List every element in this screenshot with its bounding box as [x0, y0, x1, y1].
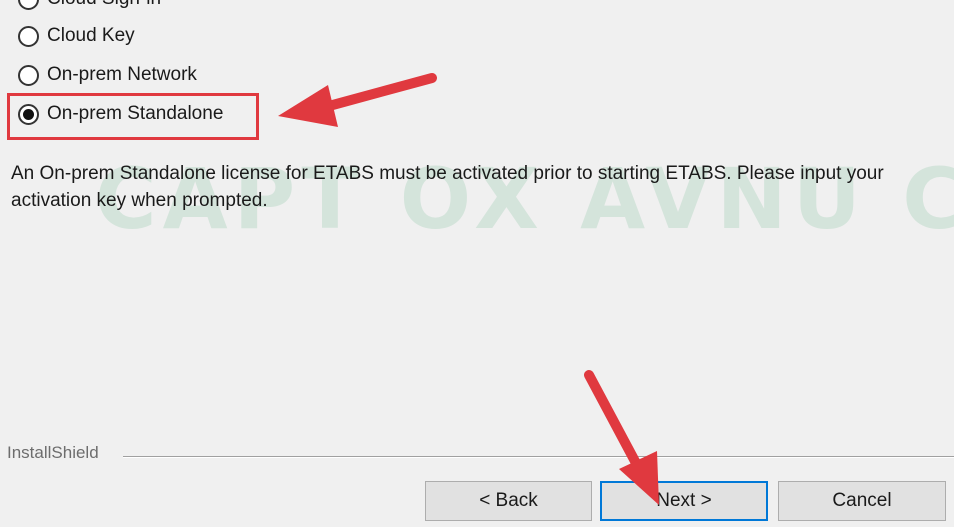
- radio-label: On-prem Standalone: [47, 103, 224, 124]
- radio-button-icon[interactable]: [18, 0, 39, 10]
- red-arrow-pointing-option-icon: [278, 73, 437, 127]
- radio-cloud-sign-in[interactable]: Cloud Sign-in: [18, 0, 161, 14]
- radio-button-icon[interactable]: [18, 64, 39, 86]
- description-text: An On-prem Standalone license for ETABS …: [11, 163, 884, 211]
- cancel-button[interactable]: Cancel: [778, 481, 946, 521]
- radio-on-prem-network[interactable]: On-prem Network: [18, 60, 197, 90]
- back-button[interactable]: < Back: [425, 481, 592, 521]
- radio-cloud-key[interactable]: Cloud Key: [18, 21, 135, 51]
- installshield-brand: InstallShield: [7, 443, 99, 462]
- radio-label: On-prem Network: [47, 64, 197, 85]
- radio-button-icon[interactable]: [18, 25, 39, 47]
- radio-on-prem-standalone[interactable]: On-prem Standalone: [18, 99, 223, 129]
- radio-label: Cloud Sign-in: [47, 0, 161, 10]
- radio-button-selected-icon[interactable]: [18, 103, 39, 125]
- footer-divider: [123, 456, 954, 458]
- radio-label: Cloud Key: [47, 25, 135, 46]
- next-button[interactable]: Next >: [600, 481, 768, 521]
